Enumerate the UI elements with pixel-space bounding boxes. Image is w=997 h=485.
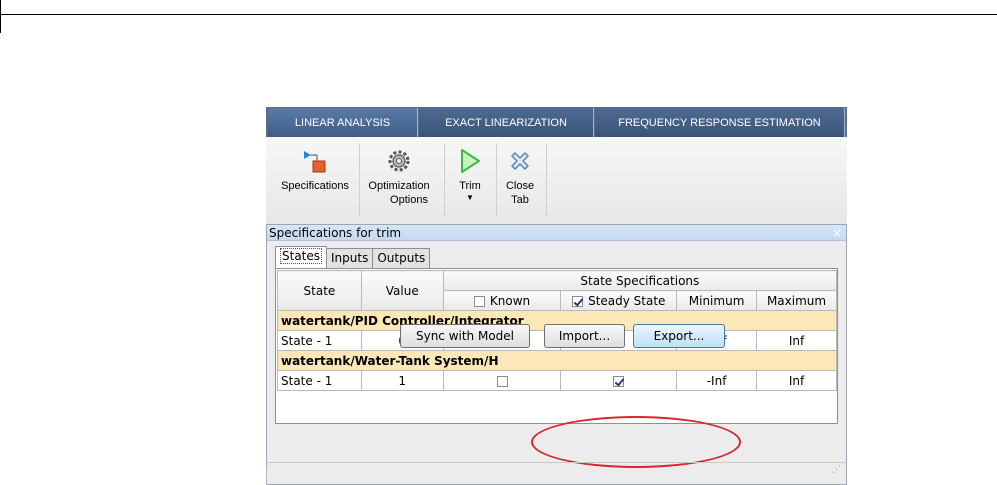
page-left-tick	[0, 0, 1, 33]
cell-minimum[interactable]: -Inf	[676, 370, 758, 391]
table-row[interactable]: State - 1 1 -Inf Inf	[277, 370, 837, 391]
gear-icon	[362, 145, 436, 177]
specifications-icon	[272, 145, 358, 177]
column-header-maximum: Maximum	[756, 290, 837, 311]
column-header-steady-state: Steady State	[560, 290, 678, 311]
play-icon	[450, 145, 490, 177]
cell-state: State - 1	[277, 370, 362, 391]
close-tab-label: Close Tab	[500, 179, 540, 207]
tab-outputs[interactable]: Outputs	[372, 248, 431, 268]
column-header-state: State	[277, 270, 362, 311]
column-header-value: Value	[360, 270, 444, 311]
cell-maximum[interactable]: Inf	[756, 330, 837, 351]
page-top-rule	[0, 14, 997, 15]
bottom-left-edge	[266, 468, 267, 485]
known-header-label: Known	[489, 293, 531, 308]
tab-states-label: States	[280, 248, 323, 264]
ribbon-separator	[496, 143, 497, 217]
cell-maximum[interactable]: Inf	[756, 370, 837, 391]
ribbon-separator	[359, 143, 360, 217]
panel-title-bar: Specifications for trim ×	[267, 225, 846, 241]
export-button[interactable]: Export...	[633, 324, 725, 348]
cell-steady-state	[560, 370, 678, 391]
linear-analysis-tool-window: LINEAR ANALYSIS EXACT LINEARIZATION FREQ…	[266, 107, 847, 485]
trim-dropdown-caret-icon[interactable]: ▼	[450, 193, 490, 203]
known-header-checkbox[interactable]	[473, 295, 485, 307]
close-tab-button[interactable]: Close Tab	[500, 145, 540, 207]
steady-state-checkbox[interactable]	[613, 375, 625, 387]
toolstrip-ribbon: Specifications Optimization Options Trim…	[266, 137, 847, 225]
panel-close-icon[interactable]: ×	[832, 225, 842, 241]
optimization-label-line2: Options	[390, 194, 428, 206]
tab-linear-analysis[interactable]: LINEAR ANALYSIS	[268, 108, 418, 137]
panel-title: Specifications for trim	[269, 226, 402, 240]
column-header-minimum: Minimum	[676, 290, 758, 311]
cell-known	[442, 370, 562, 391]
tab-frequency-response-estimation[interactable]: FREQUENCY RESPONSE ESTIMATION	[595, 108, 845, 137]
specifications-subtabs: States Inputs Outputs	[275, 246, 431, 268]
trim-button[interactable]: Trim ▼	[450, 145, 490, 203]
steady-state-header-label: Steady State	[588, 293, 666, 308]
optimization-options-button[interactable]: Optimization Options	[362, 145, 436, 207]
tab-states[interactable]: States	[275, 246, 328, 268]
trim-label: Trim	[459, 180, 481, 192]
known-checkbox[interactable]	[496, 375, 508, 387]
status-bar-divider	[266, 462, 847, 463]
column-group-state-specifications: State Specifications	[442, 270, 838, 291]
close-x-icon	[500, 145, 540, 177]
toolstrip-tab-bar: LINEAR ANALYSIS EXACT LINEARIZATION FREQ…	[266, 107, 847, 137]
specifications-label: Specifications	[281, 180, 349, 192]
ribbon-separator	[444, 143, 445, 217]
specifications-button[interactable]: Specifications	[272, 145, 358, 193]
tab-exact-linearization[interactable]: EXACT LINEARIZATION	[419, 108, 594, 137]
import-button[interactable]: Import...	[544, 324, 625, 348]
cell-state: State - 1	[277, 330, 362, 351]
tab-inputs[interactable]: Inputs	[326, 248, 374, 268]
optimization-label: Optimization Options	[362, 179, 436, 207]
group-row: watertank/Water-Tank System/H	[277, 350, 837, 371]
steady-state-header-checkbox[interactable]	[572, 295, 584, 307]
resize-grip-icon[interactable]: ⋰	[832, 466, 841, 475]
close-label-line2: Tab	[511, 194, 529, 206]
ribbon-separator	[546, 143, 547, 217]
column-header-known: Known	[442, 290, 562, 311]
close-label-line1: Close	[505, 180, 535, 192]
specifications-panel: Specifications for trim × States Inputs …	[266, 224, 847, 485]
group-row-label: watertank/Water-Tank System/H	[277, 350, 837, 371]
cell-value[interactable]: 1	[360, 370, 444, 391]
sync-with-model-button[interactable]: Sync with Model	[400, 324, 530, 348]
optimization-label-line1: Optimization	[368, 180, 430, 192]
